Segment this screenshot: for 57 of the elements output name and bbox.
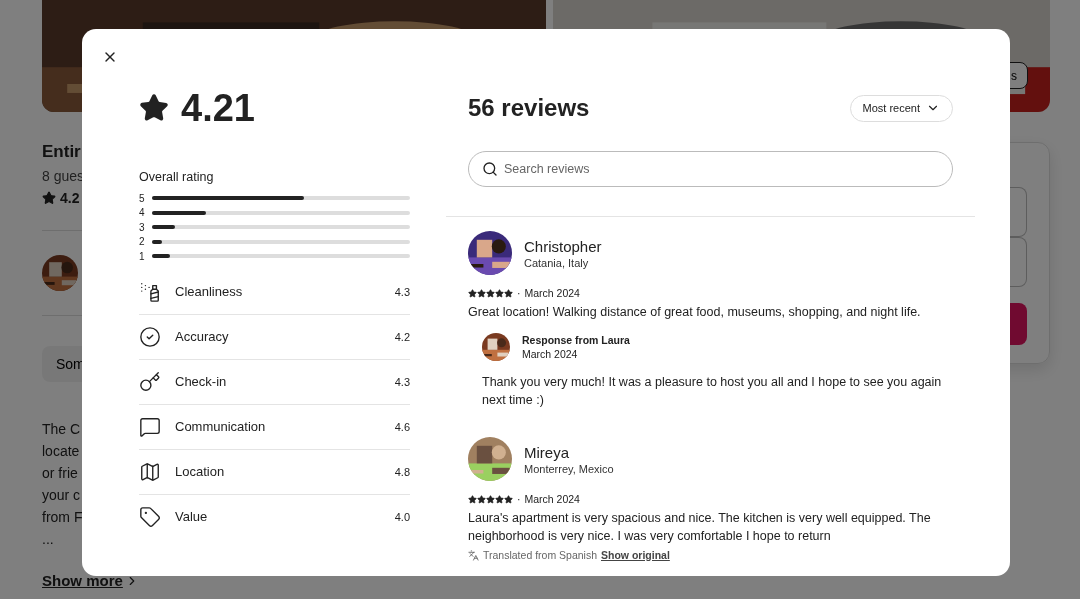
- bar-label: 5: [139, 192, 146, 204]
- response-text: Thank you very much! It was a pleasure to host you all and I hope to see you again next time :): [482, 374, 943, 409]
- spray-can-icon: [139, 280, 161, 303]
- description-line: locate: [42, 442, 80, 461]
- bar-label: 4: [139, 207, 146, 219]
- listing-title: Entir: [42, 142, 81, 162]
- reviewer-location: Monterrey, Mexico: [524, 462, 614, 475]
- category-label: Check-in: [175, 374, 228, 389]
- reviewer-name: Christopher: [524, 237, 602, 255]
- review-text: Laura's apartment is very spacious and nice. The kitchen is very well equipped. The neighborhood is very nice. I was very comfortable I hope to return: [468, 510, 932, 545]
- speech-bubble-icon: [139, 415, 161, 438]
- search-icon: [482, 161, 498, 177]
- category-score: 4.6: [394, 420, 410, 433]
- description-line: from F: [42, 508, 83, 527]
- overall-score: 4.21: [181, 86, 255, 130]
- sort-dropdown[interactable]: Most recent: [849, 94, 953, 122]
- bar-label: 2: [139, 236, 146, 248]
- translate-icon: [468, 549, 479, 561]
- review-text: Great location! Walking distance of great food, museums, shopping, and night life.: [468, 304, 922, 321]
- description-line: ...: [42, 530, 54, 549]
- search-field[interactable]: Search reviews: [468, 151, 953, 187]
- star-icon: [139, 93, 169, 123]
- tag-icon: [139, 505, 161, 528]
- description-line: your c: [42, 486, 81, 505]
- key-icon: [139, 370, 161, 393]
- category-score: 4.3: [394, 375, 410, 388]
- category-score: 4.0: [394, 510, 410, 523]
- show-more-link[interactable]: Show more: [42, 572, 546, 589]
- map-icon: [139, 460, 161, 483]
- response-date: March 2024: [522, 348, 579, 360]
- separator-dot: ·: [517, 287, 521, 299]
- show-original-link[interactable]: Show original: [601, 549, 670, 561]
- category-score: 4.8: [394, 465, 410, 478]
- separator-dot: ·: [517, 493, 521, 505]
- category-score: 4.2: [394, 330, 410, 343]
- star-icon: [42, 191, 56, 205]
- check-circle-icon: [139, 325, 161, 348]
- category-label: Location: [175, 464, 226, 479]
- description-line: The C: [42, 420, 81, 439]
- review-date: March 2024: [524, 287, 580, 299]
- response-title: Response from Laura: [522, 334, 630, 346]
- category-score: 4.3: [394, 285, 410, 298]
- reviewer-name: Mireya: [524, 443, 570, 461]
- description-line: or frie: [42, 464, 78, 483]
- category-label: Communication: [175, 419, 267, 434]
- listing-subtitle: 8 gues: [42, 168, 85, 184]
- category-label: Value: [175, 509, 209, 524]
- reviewer-location: Catania, Italy: [524, 256, 590, 269]
- category-label: Accuracy: [175, 329, 230, 344]
- bar-label: 1: [139, 250, 146, 262]
- overall-rating-label: Overall rating: [139, 170, 215, 184]
- reviews-count-title: 56 reviews: [468, 94, 590, 122]
- listing-rating: 4.2: [60, 190, 80, 206]
- translation-note: Translated from Spanish: [483, 549, 597, 561]
- review-date: March 2024: [524, 493, 580, 505]
- bar-label: 3: [139, 221, 146, 233]
- category-label: Cleanliness: [175, 284, 244, 299]
